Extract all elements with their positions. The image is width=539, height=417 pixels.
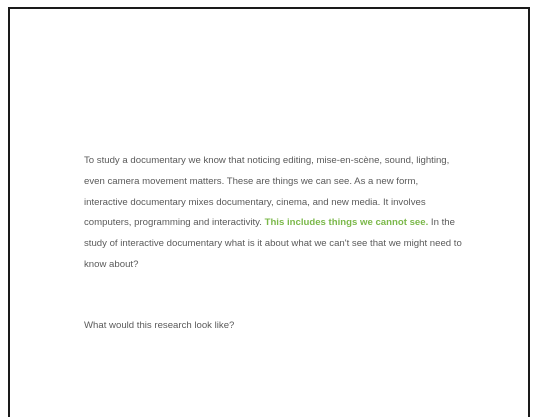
research-question: What would this research look like? [84, 320, 235, 331]
slide-frame: To study a documentary we know that noti… [8, 7, 530, 417]
highlighted-phrase: This includes things we cannot see. [264, 217, 429, 229]
body-paragraph: To study a documentary we know that noti… [84, 151, 464, 276]
